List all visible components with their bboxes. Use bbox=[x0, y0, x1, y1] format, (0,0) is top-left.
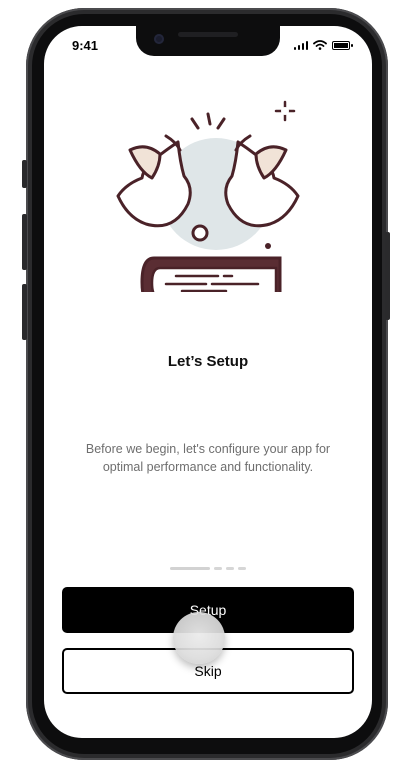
skip-button-label: Skip bbox=[194, 663, 222, 679]
page-dot-active bbox=[170, 567, 210, 570]
mute-switch bbox=[22, 160, 27, 188]
page-dot bbox=[214, 567, 222, 570]
battery-icon bbox=[332, 40, 353, 50]
birds-book-illustration bbox=[116, 100, 300, 292]
page-title: Let’s Setup bbox=[167, 353, 249, 370]
power-button bbox=[385, 232, 390, 320]
page-dot bbox=[238, 567, 246, 570]
touch-indicator bbox=[173, 612, 225, 664]
status-icons bbox=[293, 40, 353, 50]
volume-down-button bbox=[22, 284, 27, 340]
onboarding-description: Before we begin, let's configure your ap… bbox=[85, 442, 331, 474]
page-dot bbox=[226, 567, 234, 570]
notch bbox=[136, 26, 280, 56]
status-time: 9:41 bbox=[72, 38, 99, 53]
wifi-icon bbox=[313, 40, 327, 50]
volume-up-button bbox=[22, 214, 27, 270]
camera-icon bbox=[154, 34, 164, 44]
speaker-grille bbox=[178, 32, 238, 37]
page-indicator bbox=[170, 567, 246, 570]
app-screen: 9:41 Let’s Setup Before we begin, let's … bbox=[44, 26, 372, 738]
signal-icon bbox=[293, 40, 308, 50]
